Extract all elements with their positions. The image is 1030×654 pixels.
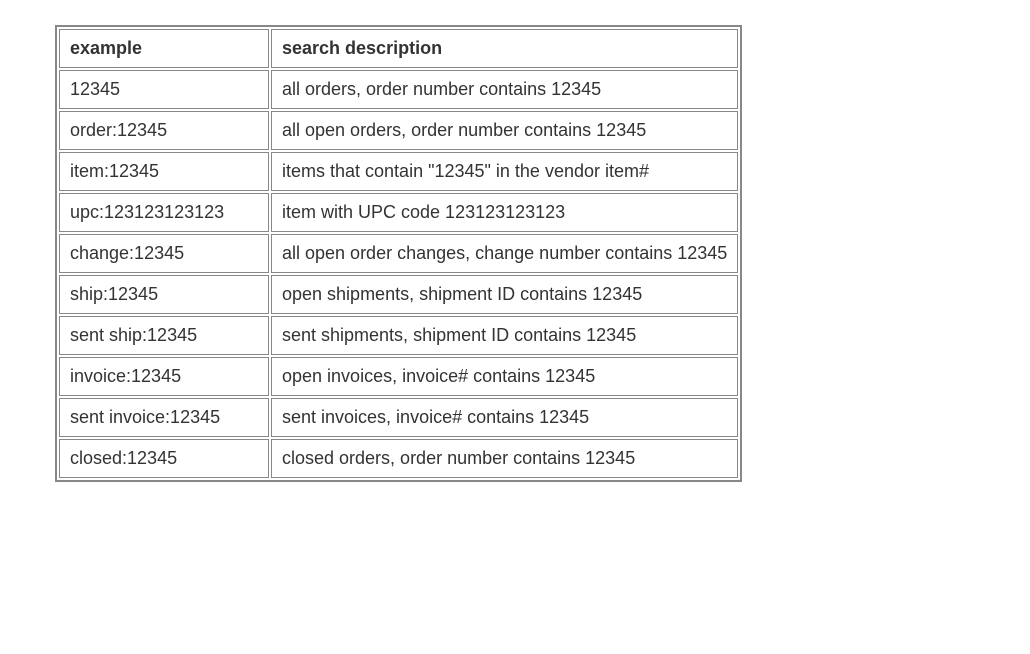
cell-description: item with UPC code 123123123123 <box>271 193 738 232</box>
cell-description: open shipments, shipment ID contains 123… <box>271 275 738 314</box>
cell-description: items that contain "12345" in the vendor… <box>271 152 738 191</box>
cell-description: closed orders, order number contains 123… <box>271 439 738 478</box>
cell-description: sent shipments, shipment ID contains 123… <box>271 316 738 355</box>
table-row: change:12345 all open order changes, cha… <box>59 234 738 273</box>
header-description: search description <box>271 29 738 68</box>
cell-description: all open orders, order number contains 1… <box>271 111 738 150</box>
cell-example: invoice:12345 <box>59 357 269 396</box>
cell-example: closed:12345 <box>59 439 269 478</box>
table-row: order:12345 all open orders, order numbe… <box>59 111 738 150</box>
table-row: sent ship:12345 sent shipments, shipment… <box>59 316 738 355</box>
table-row: ship:12345 open shipments, shipment ID c… <box>59 275 738 314</box>
cell-example: order:12345 <box>59 111 269 150</box>
table-row: 12345 all orders, order number contains … <box>59 70 738 109</box>
cell-example: sent invoice:12345 <box>59 398 269 437</box>
cell-description: open invoices, invoice# contains 12345 <box>271 357 738 396</box>
cell-description: all orders, order number contains 12345 <box>271 70 738 109</box>
cell-description: sent invoices, invoice# contains 12345 <box>271 398 738 437</box>
cell-description: all open order changes, change number co… <box>271 234 738 273</box>
cell-example: item:12345 <box>59 152 269 191</box>
cell-example: upc:123123123123 <box>59 193 269 232</box>
cell-example: sent ship:12345 <box>59 316 269 355</box>
table-row: item:12345 items that contain "12345" in… <box>59 152 738 191</box>
header-example: example <box>59 29 269 68</box>
table-row: closed:12345 closed orders, order number… <box>59 439 738 478</box>
table-row: sent invoice:12345 sent invoices, invoic… <box>59 398 738 437</box>
cell-example: ship:12345 <box>59 275 269 314</box>
cell-example: 12345 <box>59 70 269 109</box>
cell-example: change:12345 <box>59 234 269 273</box>
table-header-row: example search description <box>59 29 738 68</box>
table-row: upc:123123123123 item with UPC code 1231… <box>59 193 738 232</box>
search-syntax-table: example search description 12345 all ord… <box>55 25 742 482</box>
table-row: invoice:12345 open invoices, invoice# co… <box>59 357 738 396</box>
